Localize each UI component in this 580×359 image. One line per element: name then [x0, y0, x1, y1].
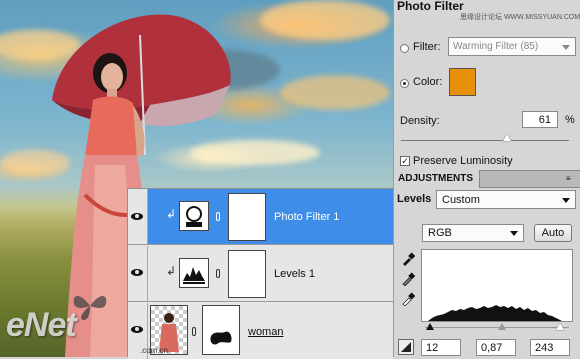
eye-icon: [131, 213, 143, 220]
filter-dropdown[interactable]: Warming Filter (85): [448, 37, 576, 56]
link-icon: [216, 269, 220, 278]
mask-thumbnail: [228, 250, 266, 298]
histogram: [421, 249, 573, 322]
input-gamma-value: 0,87: [481, 342, 503, 354]
panel-menu-icon[interactable]: ≡: [566, 175, 571, 183]
filter-label: Filter:: [413, 41, 441, 53]
auto-button[interactable]: Auto: [534, 224, 572, 242]
watermark-text: 思缘设计论坛 WWW.MISSYUAN.COM: [460, 14, 580, 21]
mask-shape-icon: [210, 331, 232, 345]
mask-thumbnail: [228, 193, 266, 241]
input-gamma-field[interactable]: 0,87: [476, 339, 516, 356]
preserve-luminosity-checkbox[interactable]: ✓: [400, 156, 410, 166]
density-input[interactable]: 61: [522, 111, 558, 128]
chevron-down-icon: [562, 198, 570, 203]
histogram-graph: [428, 305, 562, 321]
input-white-field[interactable]: 243: [530, 339, 570, 356]
adjustment-thumbnail: [179, 201, 209, 231]
adjustment-thumbnail: [179, 258, 209, 288]
eye-icon: [131, 326, 143, 333]
input-white-value: 243: [535, 342, 554, 354]
preset-dropdown-value: Custom: [442, 194, 480, 206]
layer-name: woman: [248, 326, 284, 338]
density-label: Density:: [400, 115, 440, 127]
white-point-handle[interactable]: [556, 323, 564, 330]
layer-row-photo-filter[interactable]: ↲ Photo Filter 1: [128, 189, 393, 245]
white-eyedropper-icon[interactable]: [401, 292, 415, 306]
gray-eyedropper-icon[interactable]: [401, 272, 415, 286]
photo-filter-title: Photo Filter: [397, 0, 464, 13]
input-black-field[interactable]: 12: [421, 339, 461, 356]
tab-adjustments-label: ADJUSTMENTS: [398, 173, 474, 184]
input-black-value: 12: [426, 342, 439, 354]
clip-arrow-icon: ↲: [166, 207, 177, 221]
logo-domain-suffix: .com.cn: [140, 346, 169, 355]
preset-dropdown[interactable]: Custom: [436, 190, 576, 209]
link-icon: [192, 327, 196, 336]
link-icon: [216, 212, 220, 221]
levels-input-slider[interactable]: [425, 327, 569, 328]
density-value: 61: [538, 114, 551, 126]
logo-text: eNet: [6, 306, 77, 344]
density-slider-handle[interactable]: [503, 134, 511, 141]
color-swatch[interactable]: [449, 68, 476, 96]
gamma-handle[interactable]: [498, 323, 506, 330]
layer-name: Photo Filter 1: [274, 211, 340, 223]
color-label: Color:: [413, 76, 443, 88]
filter-radio[interactable]: [400, 44, 409, 53]
channel-dropdown-value: RGB: [428, 227, 452, 239]
clip-warning-icon[interactable]: [398, 339, 414, 355]
black-point-handle[interactable]: [426, 323, 434, 330]
black-eyedropper-icon[interactable]: [401, 252, 415, 266]
enet-logo: eNet: [6, 306, 77, 345]
auto-button-label: Auto: [541, 227, 565, 239]
tab-adjustments[interactable]: ADJUSTMENTS: [394, 170, 480, 188]
layer-row-levels[interactable]: ↲ Levels 1: [128, 246, 393, 302]
chevron-down-icon: [562, 45, 570, 50]
levels-label: Levels: [397, 193, 432, 205]
layers-panel: ↲ Photo Filter 1 ↲ Levels 1 woman: [127, 188, 393, 359]
density-slider-track[interactable]: [401, 140, 569, 141]
layer-name: Levels 1: [274, 268, 315, 280]
visibility-toggle[interactable]: [128, 246, 148, 301]
color-radio[interactable]: [400, 79, 409, 88]
butterfly-icon: [73, 296, 107, 320]
visibility-toggle[interactable]: [128, 189, 148, 244]
mask-thumbnail: [202, 305, 240, 355]
photo-filter-icon: [186, 206, 202, 227]
chevron-down-icon: [510, 231, 518, 236]
levels-icon: [183, 267, 205, 284]
clip-arrow-icon: ↲: [166, 264, 177, 278]
adjustment-panel: Photo Filter 思缘设计论坛 WWW.MISSYUAN.COM Fil…: [393, 0, 580, 357]
channel-dropdown[interactable]: RGB: [422, 224, 524, 242]
filter-dropdown-value: Warming Filter (85): [453, 41, 539, 52]
eye-icon: [131, 269, 143, 276]
preserve-luminosity-label: Preserve Luminosity: [413, 155, 513, 167]
density-unit: %: [565, 114, 575, 126]
